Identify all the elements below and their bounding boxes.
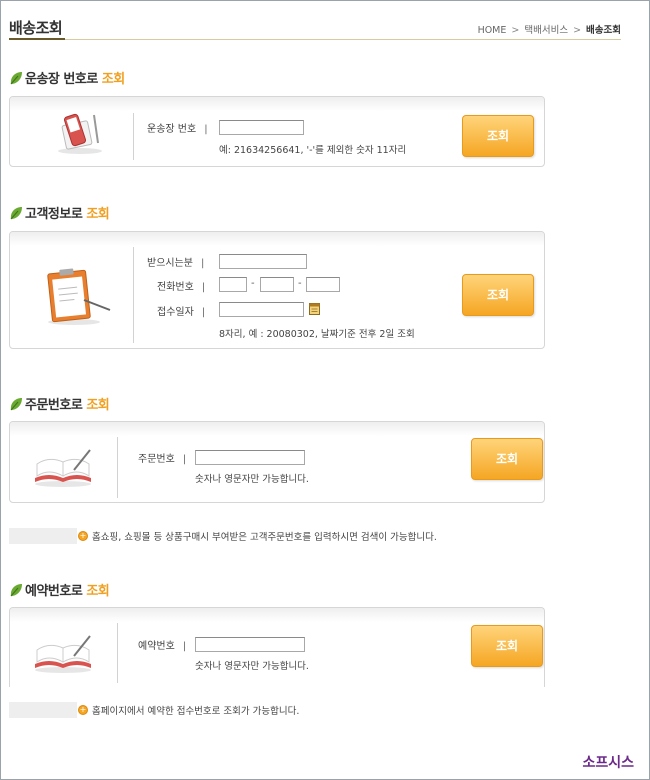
- receipt-date-label: 접수일자 |: [157, 307, 206, 318]
- phone-separator: -: [251, 278, 255, 289]
- recipient-label: 받으시는분 |: [147, 258, 205, 269]
- reservation-search-box: 예약번호 | 숫자나 영문자만 가능합니다. 조회: [9, 607, 545, 687]
- divider: [117, 623, 118, 683]
- breadcrumb: HOME > 택배서비스 > 배송조회: [478, 22, 621, 36]
- receipt-date-hint: 8자리, 예 : 20080302, 날짜기준 전후 2일 조회: [219, 329, 415, 340]
- divider: [133, 113, 134, 160]
- receipt-date-input[interactable]: [219, 302, 304, 317]
- waybill-search-button[interactable]: 조회: [462, 115, 534, 157]
- phone-label: 전화번호 |: [157, 282, 206, 293]
- calendar-icon[interactable]: [309, 302, 320, 315]
- divider: [133, 247, 134, 343]
- waybill-section-heading: 운송장 번호로 조회: [9, 68, 125, 87]
- leaf-icon: [10, 397, 22, 410]
- breadcrumb-delivery-service[interactable]: 택배서비스: [524, 25, 568, 36]
- phone-middle-input[interactable]: [260, 277, 294, 292]
- leaf-icon: [10, 71, 22, 84]
- customer-search-box: 받으시는분 | 전화번호 | - - 접수일자 | 8자리, 예 : 20080302…: [9, 231, 545, 349]
- open-book-icon: [35, 635, 91, 673]
- note-strip: [9, 528, 77, 544]
- leaf-icon: [10, 206, 22, 219]
- reservation-section-title: 예약번호로 조회: [25, 584, 110, 599]
- waybill-section-title: 운송장 번호로 조회: [25, 72, 125, 87]
- breadcrumb-current: 배송조회: [586, 25, 621, 36]
- waybill-label: 운송장 번호 |: [147, 124, 208, 135]
- title-underline: [9, 38, 65, 40]
- customer-section-title: 고객정보로 조회: [25, 207, 110, 222]
- divider: [117, 437, 118, 498]
- waybill-search-box: 운송장 번호 | 예: 21634256641, '-'를 제외한 숫자 11자리…: [9, 96, 545, 167]
- reservation-hint: 숫자나 영문자만 가능합니다.: [195, 661, 309, 672]
- breadcrumb-separator: >: [573, 25, 582, 36]
- phone-separator: -: [298, 278, 302, 289]
- reservation-number-label: 예약번호 |: [138, 641, 187, 652]
- recipient-name-input[interactable]: [219, 254, 307, 269]
- waybill-hint: 예: 21634256641, '-'를 제외한 숫자 11자리: [219, 145, 407, 156]
- order-search-box: 주문번호 | 숫자나 영문자만 가능합니다. 조회: [9, 421, 545, 503]
- plus-bullet-icon: +: [78, 531, 88, 541]
- phone-last-input[interactable]: [306, 277, 340, 292]
- customer-search-button[interactable]: 조회: [462, 274, 534, 316]
- waybill-number-input[interactable]: [219, 120, 304, 135]
- breadcrumb-separator: >: [511, 25, 520, 36]
- clipboard-icon: [47, 268, 111, 325]
- order-number-label: 주문번호 |: [138, 454, 187, 465]
- page-title: 배송조회: [9, 19, 63, 37]
- order-section-title: 주문번호로 조회: [25, 398, 110, 413]
- open-book-icon: [35, 449, 91, 487]
- title-divider: [9, 39, 621, 40]
- order-hint: 숫자나 영문자만 가능합니다.: [195, 474, 309, 485]
- reservation-note: + 홈페이지에서 예약한 접수번호로 조회가 가능합니다.: [78, 705, 300, 717]
- reservation-section-heading: 예약번호로 조회: [9, 580, 110, 599]
- order-note: + 홈쇼핑, 쇼핑몰 등 상품구매시 부여받은 고객주문번호를 입력하시면 검색이…: [78, 531, 437, 543]
- plus-bullet-icon: +: [78, 705, 88, 715]
- mobile-phone-icon: [58, 113, 102, 154]
- order-search-button[interactable]: 조회: [471, 438, 543, 480]
- customer-section-heading: 고객정보로 조회: [9, 203, 110, 222]
- phone-area-code-input[interactable]: [219, 277, 247, 292]
- note-strip: [9, 702, 77, 718]
- breadcrumb-home[interactable]: HOME: [478, 25, 507, 36]
- order-number-input[interactable]: [195, 450, 305, 465]
- order-section-heading: 주문번호로 조회: [9, 394, 110, 413]
- leaf-icon: [10, 583, 22, 596]
- reservation-search-button[interactable]: 조회: [471, 625, 543, 667]
- brand-logo-text: 소프시스: [582, 755, 634, 771]
- reservation-number-input[interactable]: [195, 637, 305, 652]
